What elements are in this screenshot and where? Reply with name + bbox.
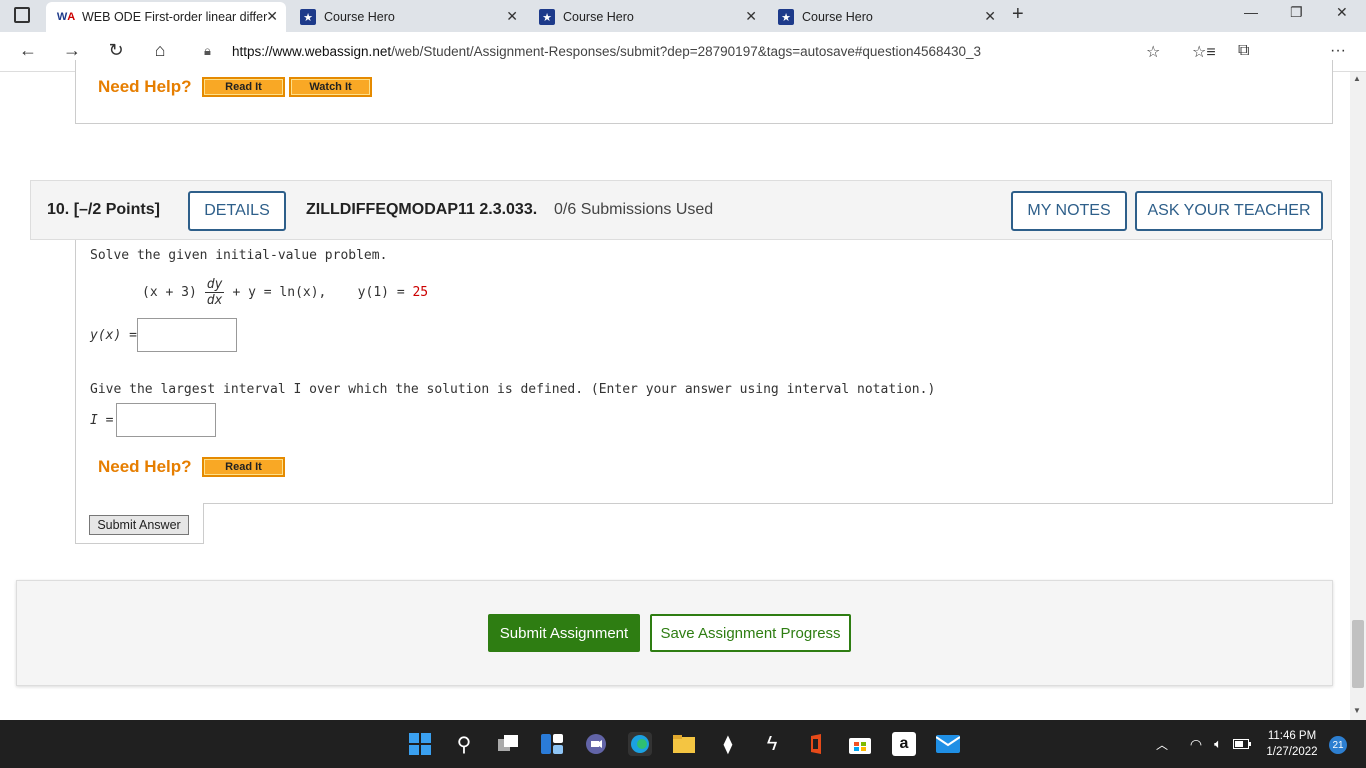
minimize-icon[interactable]: — [1244, 4, 1258, 20]
more-icon[interactable]: ··· [1330, 42, 1346, 60]
tab-coursehero-1[interactable]: ★ Course Hero ✕ [288, 2, 526, 32]
fraction-numerator: dy [204, 276, 225, 293]
scrollbar-thumb[interactable] [1352, 620, 1364, 688]
tab-webassign[interactable]: WA WEB ODE First-order linear differ ✕ [46, 2, 286, 32]
need-help-label: Need Help? [98, 77, 192, 96]
dropbox-icon[interactable]: ⧫ [716, 732, 740, 756]
watch-it-button[interactable]: Watch It [289, 77, 372, 97]
my-notes-button[interactable]: MY NOTES [1011, 191, 1127, 231]
restore-icon[interactable]: ❐ [1290, 4, 1303, 21]
submit-assignment-button[interactable]: Submit Assignment [488, 614, 640, 652]
ask-teacher-button[interactable]: ASK YOUR TEACHER [1135, 191, 1323, 231]
notification-badge[interactable]: 21 [1329, 736, 1347, 754]
coursehero-icon: ★ [778, 9, 794, 25]
close-tab-icon[interactable]: ✕ [266, 8, 278, 25]
amazon-icon[interactable]: a [892, 732, 916, 756]
derivative-fraction: dy dx [204, 276, 225, 308]
interval-label: I = [90, 413, 114, 428]
question-points: [–/2 Points] [73, 201, 160, 218]
back-icon[interactable]: ← [16, 40, 40, 61]
app-lightning-icon[interactable]: ϟ [760, 732, 784, 756]
task-view-icon[interactable] [496, 732, 520, 756]
close-tab-icon[interactable]: ✕ [745, 8, 757, 25]
tab-title: Course Hero [324, 10, 395, 24]
windows-taskbar: ⚲ ⧫ ϟ a ︿ ◠ 🔈︎ [0, 720, 1366, 768]
new-tab-icon[interactable]: + [1012, 3, 1024, 26]
coursehero-icon: ★ [300, 9, 316, 25]
home-icon[interactable]: ⌂ [148, 40, 172, 61]
question-number: 10. [–/2 Points] [47, 201, 160, 219]
clock-date: 1/27/2022 [1266, 746, 1318, 758]
close-tab-icon[interactable]: ✕ [984, 8, 996, 25]
webassign-icon: WA [56, 11, 76, 23]
equation-right: + y = ln(x), y(1) = [232, 284, 413, 300]
yx-answer-input[interactable] [137, 318, 237, 352]
search-icon[interactable]: ⚲ [452, 732, 476, 756]
add-favorite-icon[interactable]: ☆ [1146, 42, 1160, 62]
forward-icon[interactable]: → [60, 40, 84, 61]
tab-actions-icon[interactable] [14, 7, 30, 23]
clock-time: 11:46 PM [1267, 730, 1317, 742]
question-code: ZILLDIFFEQMODAP11 2.3.033. [306, 201, 538, 218]
microsoft-store-icon[interactable] [848, 732, 872, 756]
fraction-denominator: dx [206, 292, 223, 308]
submissions-count: 0/6 Submissions Used [554, 201, 714, 218]
url-path: /web/Student/Assignment-Responses/submit… [391, 44, 982, 59]
submit-answer-button[interactable]: Submit Answer [89, 515, 189, 535]
windows-start-icon[interactable] [408, 732, 432, 756]
file-explorer-icon[interactable] [672, 732, 696, 756]
lock-icon: 🔒︎ [204, 43, 211, 58]
scroll-up-icon[interactable]: ▲ [1353, 74, 1361, 83]
office-icon[interactable] [804, 732, 828, 756]
favorites-icon[interactable]: ☆≡ [1192, 42, 1216, 62]
close-window-icon[interactable]: ✕ [1336, 4, 1348, 21]
read-it-button[interactable]: Read It [202, 457, 285, 477]
save-progress-button[interactable]: Save Assignment Progress [650, 614, 851, 652]
answer-label: y(x) = [90, 328, 137, 343]
question-header: 10. [–/2 Points] DETAILS ZILLDIFFEQMODAP… [30, 180, 1332, 240]
details-button[interactable]: DETAILS [188, 191, 286, 231]
url-domain: https://www.webassign.net [232, 44, 392, 59]
interval-prompt: Give the largest interval I over which t… [90, 382, 936, 397]
tab-title: WEB ODE First-order linear differ [82, 10, 268, 24]
system-clock[interactable]: 11:46 PM 1/27/2022 [1262, 728, 1322, 760]
equation-left: (x + 3) [142, 284, 197, 300]
tab-title: Course Hero [563, 10, 634, 24]
battery-icon[interactable] [1230, 732, 1254, 756]
question-prompt: Solve the given initial-value problem. [90, 248, 388, 263]
question-number-text: 10. [47, 201, 70, 218]
close-tab-icon[interactable]: ✕ [506, 8, 518, 25]
collections-icon[interactable]: ⧉ [1238, 42, 1249, 60]
edge-browser-icon[interactable] [628, 732, 652, 756]
need-help-label: Need Help? [98, 457, 192, 476]
tab-coursehero-2[interactable]: ★ Course Hero ✕ [527, 2, 765, 32]
read-it-button[interactable]: Read It [202, 77, 285, 97]
volume-muted-icon[interactable]: 🔈︎ [1206, 732, 1230, 756]
tab-coursehero-3[interactable]: ★ Course Hero ✕ [766, 2, 1004, 32]
show-hidden-icons-icon[interactable]: ︿ [1150, 732, 1174, 756]
browser-tab-bar: WA WEB ODE First-order linear differ ✕ ★… [0, 0, 1366, 32]
coursehero-icon: ★ [539, 9, 555, 25]
wifi-icon[interactable]: ◠ [1184, 732, 1208, 756]
equation: (x + 3) dy dx + y = ln(x), y(1) = 25 [142, 272, 428, 312]
widgets-icon[interactable] [540, 732, 564, 756]
scroll-down-icon[interactable]: ▼ [1353, 706, 1361, 715]
refresh-icon[interactable]: ↻ [104, 40, 128, 61]
mail-icon[interactable] [936, 732, 960, 756]
url-text: https://www.webassign.net/web/Student/As… [232, 44, 981, 59]
initial-value: 25 [412, 284, 429, 300]
interval-answer-input[interactable] [116, 403, 216, 437]
tab-title: Course Hero [802, 10, 873, 24]
teams-chat-icon[interactable] [584, 732, 608, 756]
